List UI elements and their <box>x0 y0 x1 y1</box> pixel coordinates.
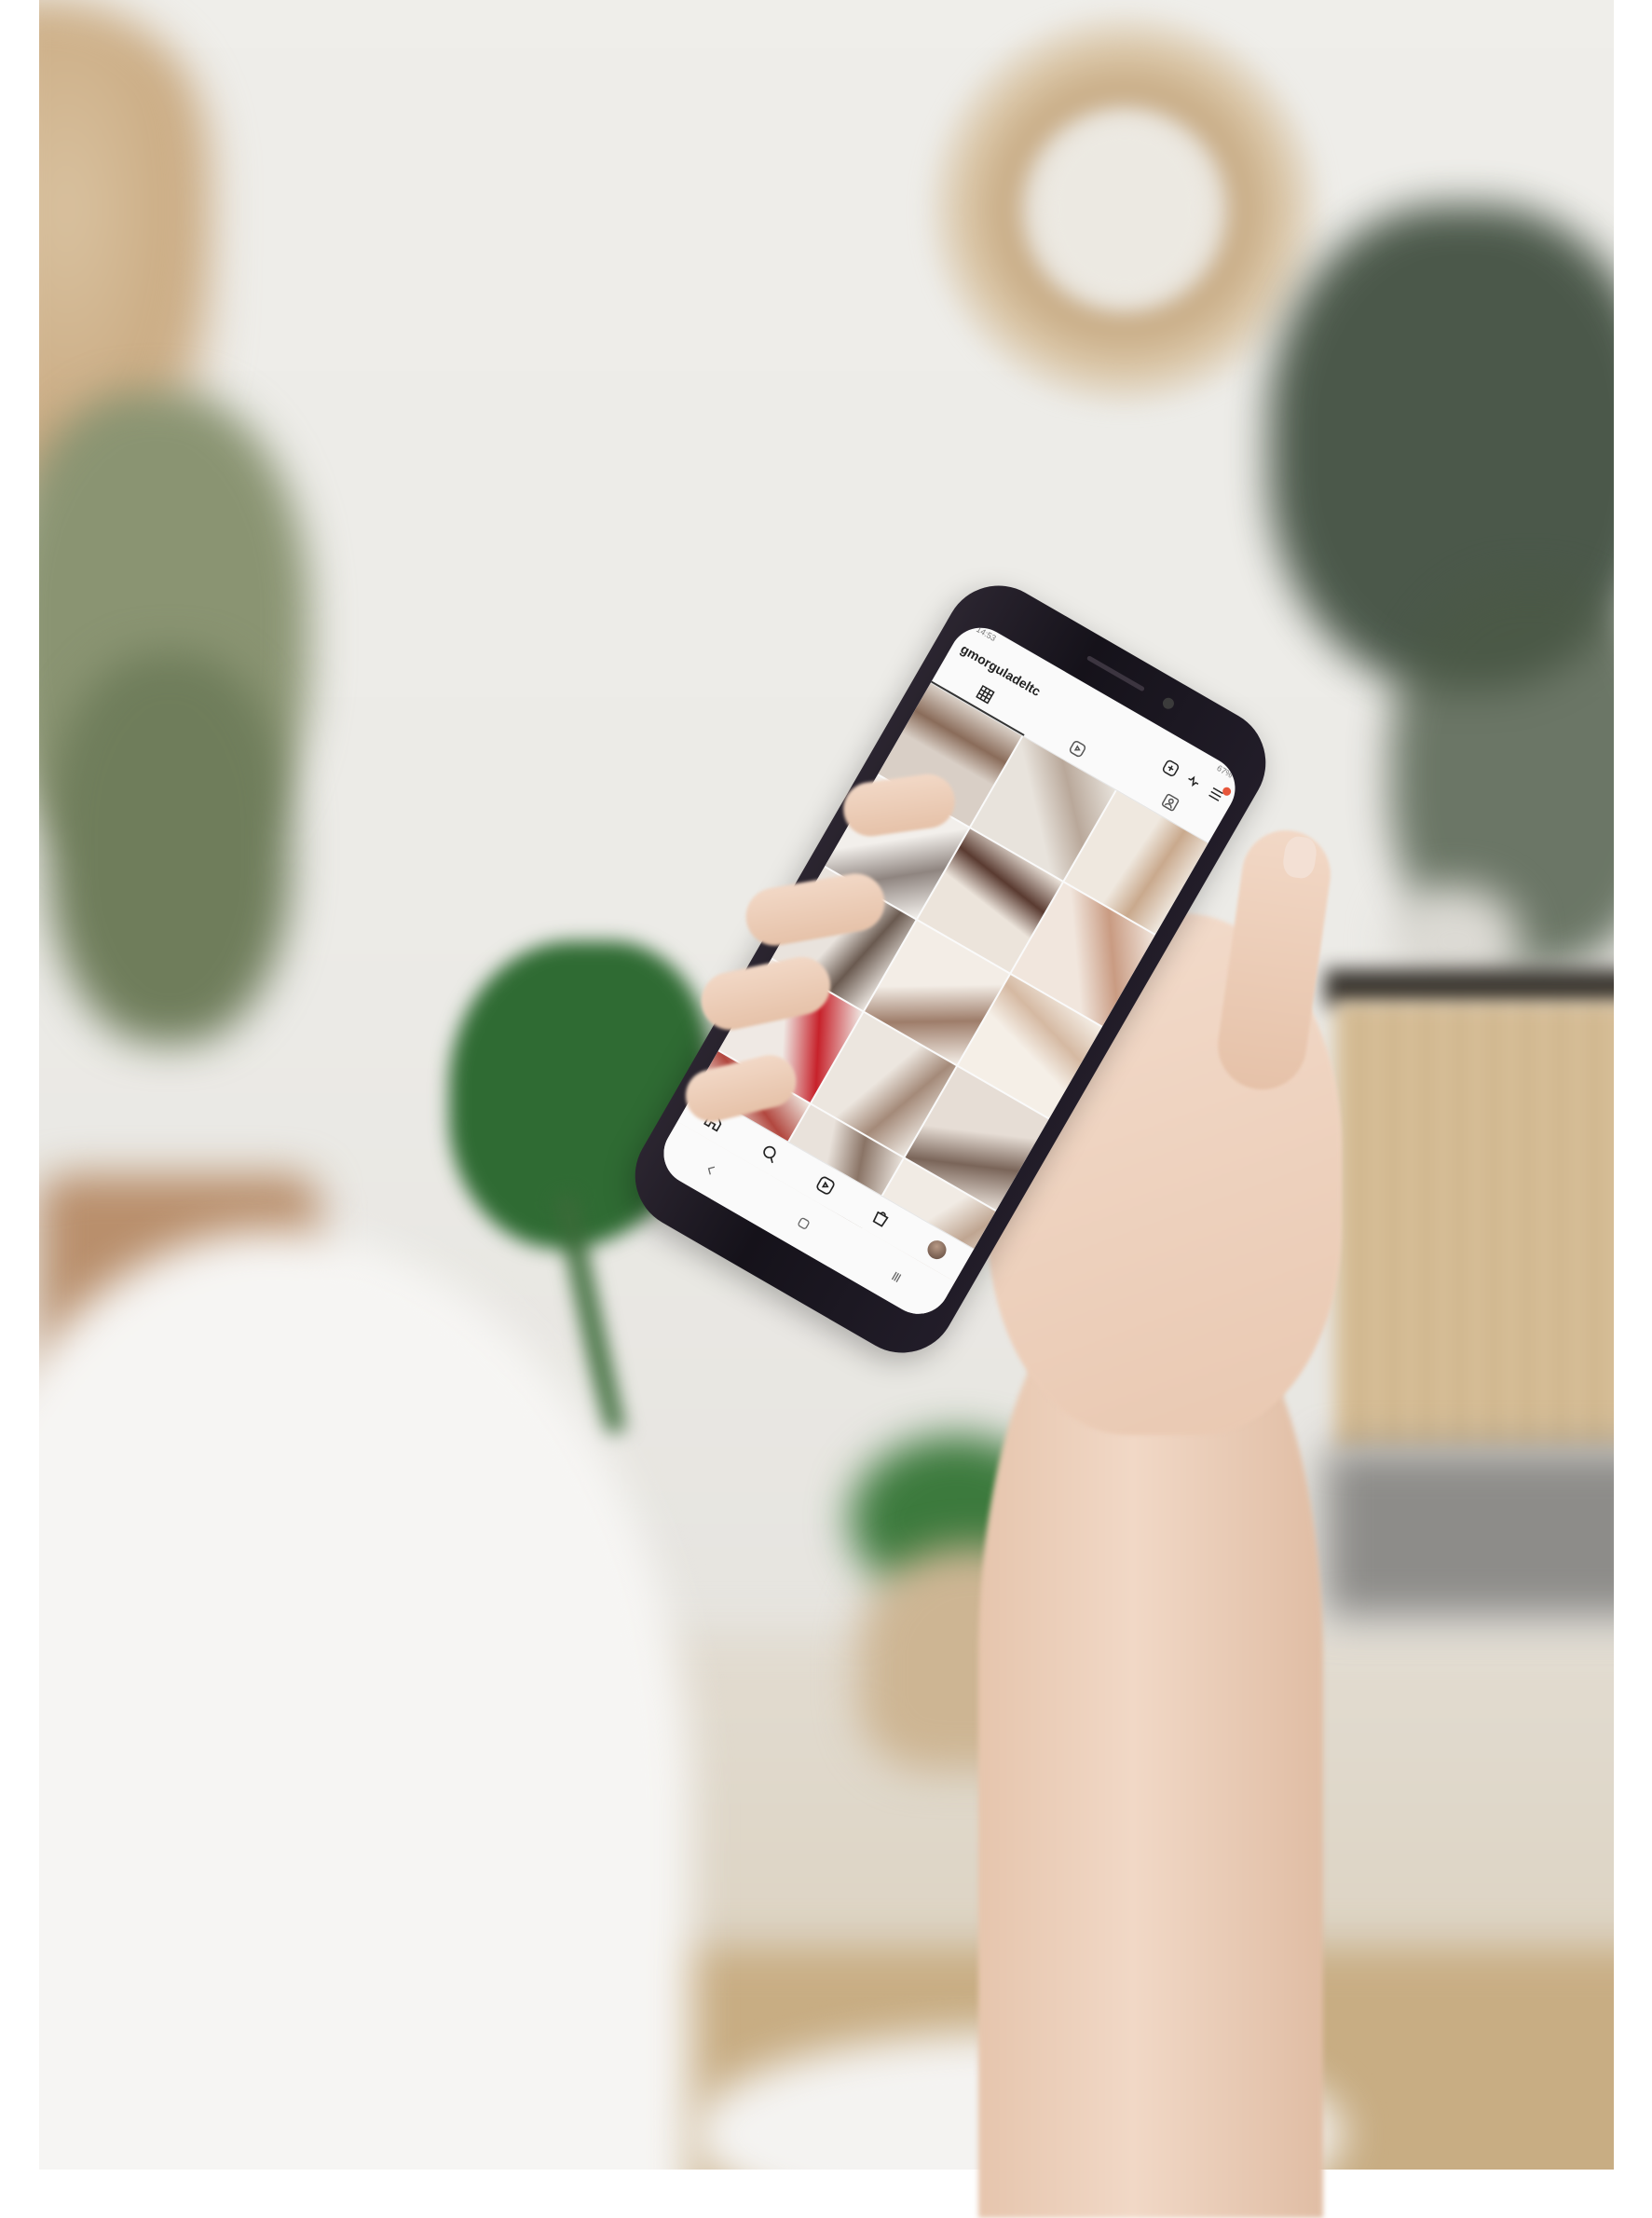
avatar <box>923 1237 949 1263</box>
sideboard-base <box>1325 1449 1614 1617</box>
rattan-sideboard <box>1334 1002 1614 1449</box>
earpiece <box>1085 655 1145 692</box>
front-camera <box>1160 695 1177 711</box>
search-icon[interactable] <box>756 1140 784 1168</box>
profile-avatar[interactable] <box>922 1236 950 1264</box>
sideboard-top <box>1325 969 1614 1006</box>
back-icon[interactable] <box>701 1160 721 1181</box>
shop-icon[interactable] <box>867 1203 895 1231</box>
recents-icon[interactable] <box>886 1266 907 1287</box>
reels-icon[interactable] <box>812 1171 840 1199</box>
system-home-icon[interactable] <box>794 1213 814 1234</box>
left-plant-lower <box>48 652 291 1044</box>
menu-icon[interactable] <box>1205 783 1233 806</box>
mirror-glass <box>1041 121 1208 298</box>
activity-icon[interactable] <box>1181 770 1205 793</box>
